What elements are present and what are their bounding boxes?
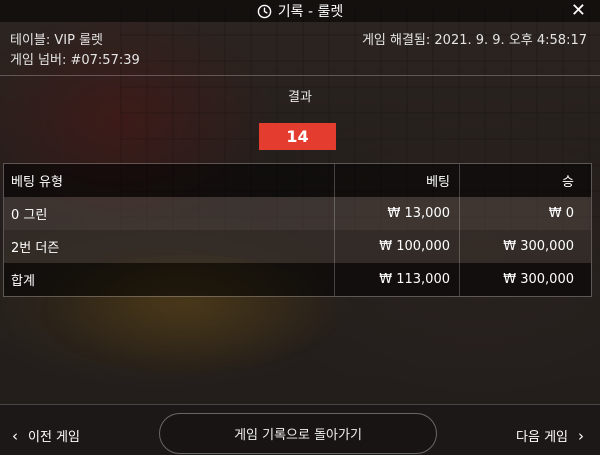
game-info-left: 테이블: VIP 룰렛 게임 넘버: #07:57:39 <box>10 31 140 71</box>
total-bet-cell: ₩ 113,000 <box>379 272 450 287</box>
next-game-label: 다음 게임 <box>516 430 568 445</box>
chevron-right-icon: › <box>578 426 584 445</box>
game-info-right: 게임 해결됨: 2021. 9. 9. 오후 4:58:17 <box>362 31 587 51</box>
footer-nav: ‹ 이전 게임 게임 기록으로 돌아가기 다음 게임 › <box>0 404 600 455</box>
close-icon[interactable]: ✕ <box>571 2 586 20</box>
game-number: 게임 넘버: #07:57:39 <box>10 53 140 68</box>
bet-amount-cell: ₩ 13,000 <box>387 206 450 221</box>
column-divider <box>459 164 460 296</box>
bet-type-cell: 2번 더즌 <box>11 241 60 256</box>
total-label: 합계 <box>11 274 35 289</box>
header-bet-type: 베팅 유형 <box>11 175 63 190</box>
win-amount-cell: ₩ 300,000 <box>503 239 574 254</box>
table-total-row: 합계 ₩ 113,000 ₩ 300,000 <box>4 263 591 296</box>
history-header: 기록 - 룰렛 <box>0 0 600 22</box>
result-number-badge: 14 <box>259 123 336 150</box>
divider <box>0 75 600 76</box>
total-win-cell: ₩ 300,000 <box>503 272 574 287</box>
result-title: 결과 <box>288 90 312 105</box>
back-to-history-button[interactable]: 게임 기록으로 돌아가기 <box>159 413 437 454</box>
win-amount-cell: ₩ 0 <box>548 206 574 221</box>
header-title: 기록 - 룰렛 <box>277 4 344 20</box>
table-name: 테이블: VIP 룰렛 <box>10 33 104 48</box>
chevron-left-icon: ‹ <box>12 426 18 445</box>
bets-table: 베팅 유형 베팅 승 0 그린 ₩ 13,000 ₩ 0 2번 더즌 ₩ 100… <box>3 163 592 297</box>
bet-type-cell: 0 그린 <box>11 208 48 223</box>
previous-game-label: 이전 게임 <box>28 430 80 445</box>
table-header-row: 베팅 유형 베팅 승 <box>4 164 591 197</box>
previous-game-button[interactable]: ‹ 이전 게임 <box>12 426 80 445</box>
bet-amount-cell: ₩ 100,000 <box>379 239 450 254</box>
header-win: 승 <box>562 175 574 190</box>
column-divider <box>334 164 335 296</box>
clock-icon <box>257 4 272 18</box>
next-game-button[interactable]: 다음 게임 › <box>516 426 584 445</box>
header-bet: 베팅 <box>426 175 450 190</box>
table-row: 2번 더즌 ₩ 100,000 ₩ 300,000 <box>4 230 591 263</box>
table-row: 0 그린 ₩ 13,000 ₩ 0 <box>4 197 591 230</box>
game-resolved-time: 게임 해결됨: 2021. 9. 9. 오후 4:58:17 <box>361 33 587 48</box>
